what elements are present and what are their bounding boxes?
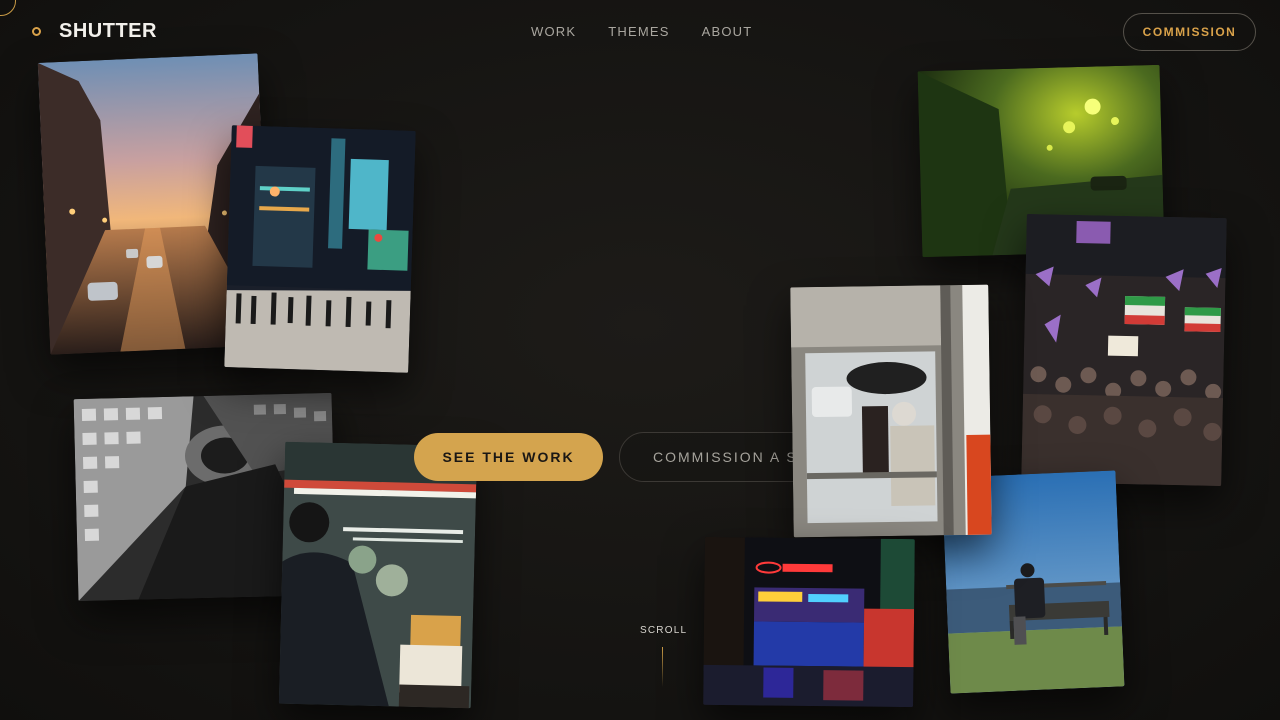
scroll-line (662, 647, 663, 687)
nav-link-about[interactable]: ABOUT (702, 24, 753, 39)
photo-neon-saturn-storefront[interactable] (703, 536, 915, 708)
photo-subway-window-umbrella[interactable] (790, 284, 992, 538)
main-menu: WORK THEMES ABOUT (531, 24, 752, 39)
nav-link-work[interactable]: WORK (531, 24, 576, 39)
scroll-label[interactable]: SCROLL (640, 625, 687, 636)
see-work-button[interactable]: SEE THE WORK (414, 433, 603, 481)
brand-name: SHUTTER (59, 20, 157, 42)
hero-stage: SHUTTER WORK THEMES ABOUT COMMISSION COM… (0, 0, 1280, 720)
brand[interactable]: SHUTTER (32, 20, 157, 43)
photo-market-vendor[interactable] (278, 441, 478, 709)
top-nav: SHUTTER WORK THEMES ABOUT COMMISSION (0, 0, 1280, 64)
ring-dot-icon (32, 27, 41, 36)
nav-link-themes[interactable]: THEMES (608, 24, 669, 39)
photo-protest-crowd-flags[interactable] (1021, 213, 1227, 487)
photo-times-square-crosswalk[interactable] (224, 125, 416, 373)
commission-button[interactable]: COMMISSION (1123, 13, 1256, 51)
